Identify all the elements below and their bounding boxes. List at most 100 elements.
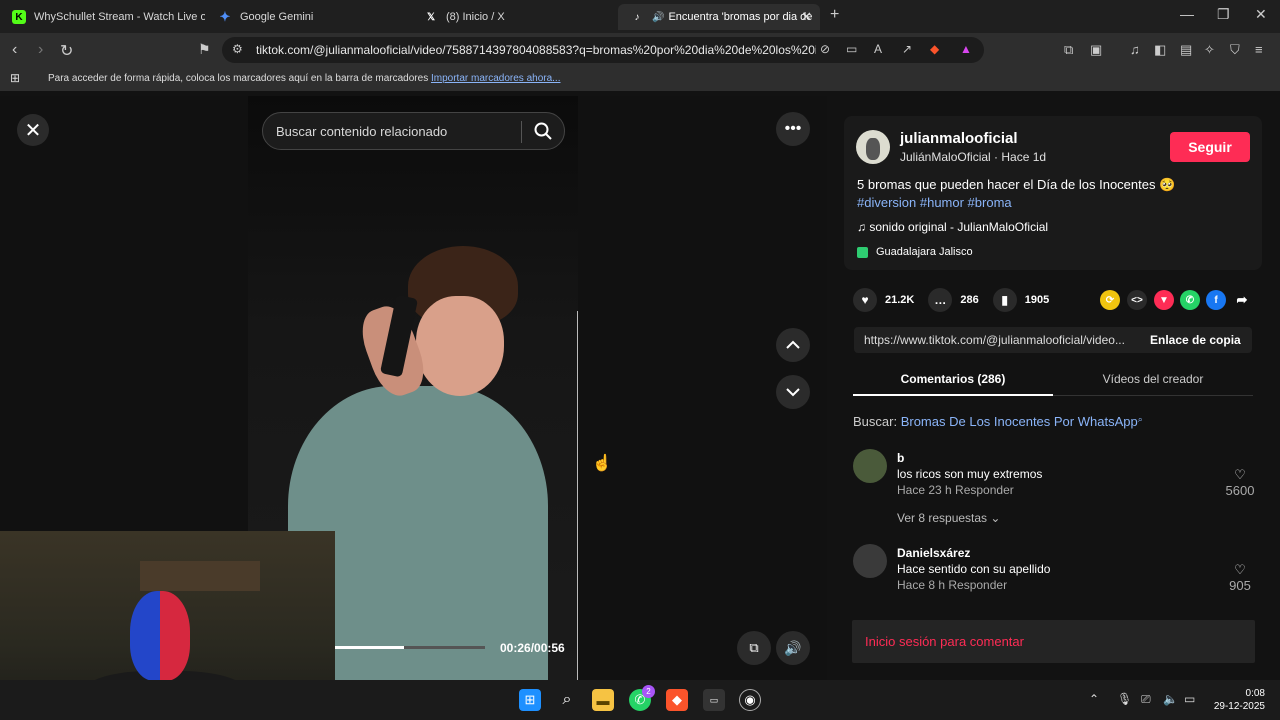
more-share-icon[interactable]: ➦ [1232, 290, 1252, 310]
share-page-icon[interactable]: ↗ [902, 42, 912, 56]
pip-icon[interactable]: ⧉ [737, 631, 771, 665]
reload-icon[interactable]: ↻ [60, 41, 73, 61]
microphone-icon[interactable]: 🎙 [1117, 692, 1132, 706]
no-camera-icon[interactable]: ⊘ [820, 42, 830, 56]
author-nickname-time: JuliánMaloOficial · Hace 1d [900, 150, 1047, 164]
next-video-button[interactable] [776, 375, 810, 409]
volume-tray-icon[interactable]: 🔈 [1163, 692, 1178, 706]
back-icon[interactable]: ‹ [12, 41, 17, 59]
repost-icon[interactable]: ⟳ [1100, 290, 1120, 310]
bookmarks-hint: Para acceder de forma rápida, coloca los… [48, 73, 560, 84]
login-to-comment-button[interactable]: Inicio sesión para comentar [852, 620, 1255, 663]
tray-chevron-icon[interactable]: ⌃ [1089, 692, 1099, 706]
author-avatar[interactable] [856, 130, 890, 164]
minimize-icon[interactable]: — [1180, 6, 1194, 22]
url-text[interactable]: tiktok.com/@julianmalooficial/video/7588… [256, 43, 816, 57]
vpn-icon[interactable]: ⛉ [1230, 42, 1240, 58]
screenshot-icon[interactable]: ▣ [1090, 42, 1102, 58]
close-tab-icon[interactable]: ✕ [801, 9, 812, 25]
save-action[interactable]: ▮ 1905 [992, 288, 1049, 312]
brave-rewards-icon[interactable]: ▲ [960, 42, 972, 56]
video-progress-bar[interactable] [335, 646, 485, 649]
embed-icon[interactable]: <> [1127, 290, 1147, 310]
search-icon[interactable] [533, 121, 553, 141]
video-time: 00:26/00:56 [500, 641, 565, 655]
comment-username[interactable]: b [897, 451, 904, 465]
brave-shield-icon[interactable]: ◆ [930, 42, 939, 56]
search-suggestion-query[interactable]: Bromas De Los Inocentes Por WhatsApp [901, 414, 1138, 429]
url-bar[interactable]: ⚙ tiktok.com/@julianmalooficial/video/75… [222, 37, 984, 63]
brave-browser-icon[interactable]: ◆ [666, 689, 688, 711]
tab-tiktok-active[interactable]: ♪ 🔊 Encuentra 'bromas por dia de ✕ [618, 4, 820, 30]
wallet-icon[interactable]: ▤ [1180, 42, 1192, 58]
volume-icon[interactable]: 🔊 [776, 631, 810, 665]
like-count: 21.2K [885, 294, 915, 306]
facebook-share-icon[interactable]: f [1206, 290, 1226, 310]
post-hashtags[interactable]: #diversion #humor #broma [857, 195, 1012, 210]
comment-action[interactable]: … 286 [928, 288, 979, 312]
translate-icon[interactable]: A [874, 42, 882, 56]
kick-icon: K [12, 10, 26, 24]
media-icon[interactable]: ♫ [1130, 42, 1140, 57]
post-details-panel: julianmalooficial JuliánMaloOficial · Ha… [827, 96, 1280, 680]
chevron-down-icon [786, 388, 800, 397]
post-actions: ♥ 21.2K … 286 ▮ 1905 [853, 288, 1063, 312]
tab-creator-videos[interactable]: Vídeos del creador [1053, 362, 1253, 396]
comment-like[interactable]: ♡ 5600 [1225, 467, 1255, 498]
comment-meta[interactable]: Hace 8 h Responder [897, 578, 1007, 592]
tab-kick-stream[interactable]: K WhySchullet Stream - Watch Live on [0, 4, 205, 30]
comment-count: 286 [960, 294, 979, 306]
follow-button[interactable]: Seguir [1170, 132, 1250, 162]
comment-avatar[interactable] [853, 449, 887, 483]
apps-grid-icon[interactable]: ⊞ [10, 71, 20, 85]
copy-link-button[interactable]: Enlace de copia [1150, 333, 1241, 347]
post-location[interactable]: Guadalajara Jalisco [857, 246, 973, 258]
search-taskbar-icon[interactable]: ⌕ [556, 689, 578, 711]
bookmark-save-icon: ▮ [992, 288, 1017, 312]
like-action[interactable]: ♥ 21.2K [853, 288, 914, 312]
system-clock[interactable]: 0:08 29-12-2025 [1213, 687, 1265, 713]
import-bookmarks-link[interactable]: Importar marcadores ahora... [431, 73, 561, 84]
comment-avatar[interactable] [853, 544, 887, 578]
cast-icon[interactable]: ▭ [846, 42, 857, 56]
network-icon[interactable]: ⎚ [1141, 692, 1151, 707]
view-replies-button[interactable]: Ver 8 respuestas ⌄ [897, 511, 1000, 525]
extensions-icon[interactable]: ⧉ [1064, 42, 1073, 58]
windows-start-icon[interactable]: ⊞ [519, 689, 541, 711]
post-sound[interactable]: ♫ sonido original - JulianMaloOficial [857, 220, 1048, 234]
related-search-input[interactable]: Buscar contenido relacionado [262, 112, 565, 150]
address-bar-row: ‹ › ↻ ⚑ ⚙ tiktok.com/@julianmalooficial/… [0, 33, 1280, 67]
tab-x[interactable]: 𝕏 (8) Inicio / X [412, 4, 617, 30]
forward-icon[interactable]: › [38, 41, 43, 59]
search-suggestion[interactable]: Buscar: Bromas De Los Inocentes Por What… [853, 414, 1143, 429]
file-explorer-icon[interactable]: ▬ [592, 689, 614, 711]
close-window-icon[interactable]: ✕ [1255, 6, 1267, 23]
share-url[interactable]: https://www.tiktok.com/@julianmalooficia… [864, 333, 1134, 347]
new-tab-icon[interactable]: + [830, 6, 839, 24]
comment-text: los ricos son muy extremos [897, 467, 1043, 481]
maximize-icon[interactable]: ❐ [1217, 6, 1230, 23]
whatsapp-share-icon[interactable]: ✆ [1180, 290, 1200, 310]
author-username[interactable]: julianmalooficial [900, 130, 1018, 147]
battery-icon[interactable]: ▭ [1184, 692, 1195, 706]
close-video-button[interactable]: ✕ [17, 114, 49, 146]
tab-comments[interactable]: Comentarios (286) [853, 362, 1053, 396]
speaker-icon: 🔊 [652, 11, 665, 23]
comment-item: Danielsxárez Hace sentido con su apellid… [853, 544, 1253, 596]
panel-tabs: Comentarios (286) Vídeos del creador [853, 362, 1253, 396]
send-icon[interactable]: ▼ [1154, 290, 1174, 310]
more-options-icon[interactable]: ••• [776, 112, 810, 146]
leo-ai-icon[interactable]: ✧ [1204, 42, 1215, 58]
comment-username[interactable]: Danielsxárez [897, 546, 970, 560]
sidebar-icon[interactable]: ◧ [1154, 42, 1166, 58]
menu-icon[interactable]: ≡ [1255, 42, 1263, 57]
previous-video-button[interactable] [776, 328, 810, 362]
obs-icon[interactable]: ◉ [739, 689, 761, 711]
comment-meta[interactable]: Hace 23 h Responder [897, 483, 1014, 497]
site-settings-icon[interactable]: ⚙ [232, 42, 243, 56]
comment-like[interactable]: ♡ 905 [1225, 562, 1255, 593]
tab-gemini[interactable]: ✦ Google Gemini [206, 4, 411, 30]
app-icon[interactable]: ▭ [703, 689, 725, 711]
bookmark-icon[interactable]: ⚑ [198, 41, 211, 58]
bookmarks-bar: ⊞ Para acceder de forma rápida, coloca l… [0, 67, 1280, 91]
